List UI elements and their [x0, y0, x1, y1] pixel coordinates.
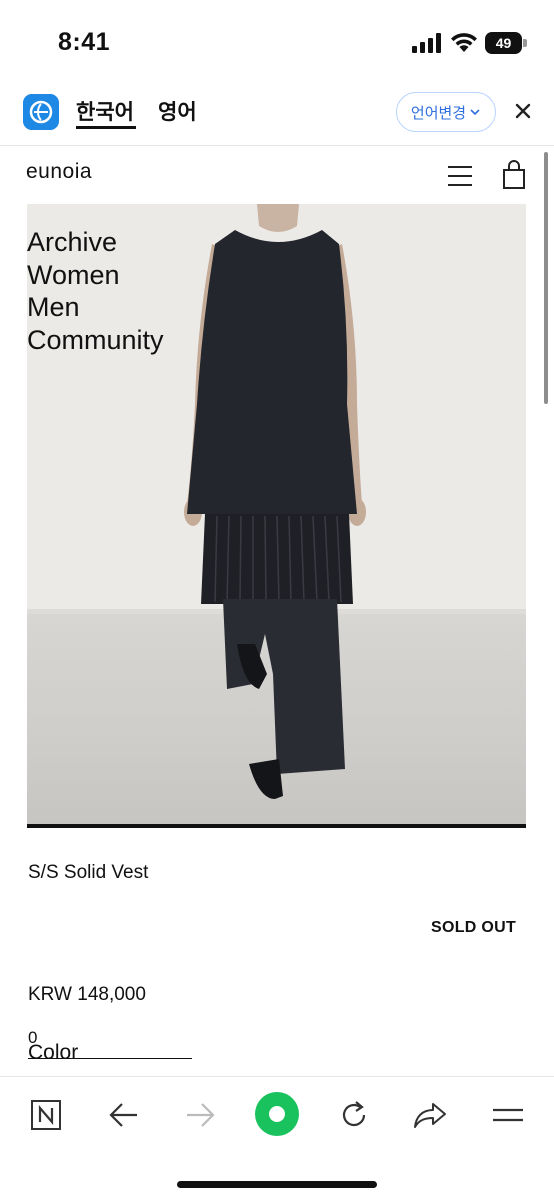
status-bar: 8:41 49	[0, 0, 554, 84]
cellular-signal-icon	[412, 33, 441, 53]
shopping-bag-icon[interactable]	[502, 160, 526, 190]
hero-image: Archive Women Men Community	[27, 204, 526, 824]
site-navigation: Archive Women Men Community	[27, 226, 164, 356]
chevron-down-icon	[470, 109, 480, 116]
wifi-icon	[451, 33, 477, 52]
arrow-left-icon	[109, 1103, 137, 1127]
site-logo[interactable]: eunoia	[26, 160, 92, 184]
reload-button[interactable]	[334, 1095, 374, 1135]
battery-level: 49	[485, 32, 522, 54]
status-time: 8:41	[58, 28, 111, 56]
section-divider	[27, 824, 526, 828]
translator-logo-icon	[23, 94, 59, 130]
share-button[interactable]	[410, 1095, 450, 1135]
forward-button[interactable]	[180, 1095, 220, 1135]
double-line-menu-icon	[493, 1108, 523, 1122]
product-price: KRW 148,000	[28, 984, 146, 1005]
translation-bar: 한국어 영어 언어변경	[0, 84, 554, 146]
naver-n-icon	[31, 1100, 61, 1130]
tab-korean[interactable]: 한국어	[76, 96, 134, 126]
green-dot-icon	[255, 1092, 299, 1136]
sold-out-badge: SOLD OUT	[431, 919, 517, 936]
scrollbar[interactable]	[544, 152, 548, 404]
color-option-underline	[28, 1058, 192, 1059]
site-header: eunoia	[0, 146, 554, 204]
change-language-label: 언어변경	[410, 104, 467, 122]
close-icon[interactable]	[512, 100, 534, 122]
color-option-label[interactable]: Color	[28, 1041, 78, 1065]
naver-home-button[interactable]	[26, 1095, 66, 1135]
battery-indicator: 49	[485, 32, 527, 54]
nav-community[interactable]: Community	[27, 324, 164, 357]
share-arrow-icon	[414, 1103, 446, 1128]
hamburger-menu-icon[interactable]	[447, 164, 473, 188]
product-name: S/S Solid Vest	[28, 862, 149, 883]
browser-toolbar	[0, 1076, 554, 1200]
tab-english[interactable]: 영어	[158, 96, 197, 126]
home-indicator	[177, 1181, 377, 1188]
active-tab-indicator	[76, 126, 136, 129]
nav-archive[interactable]: Archive	[27, 226, 164, 259]
nav-men[interactable]: Men	[27, 291, 164, 324]
menu-button[interactable]	[488, 1095, 528, 1135]
back-button[interactable]	[104, 1095, 144, 1135]
battery-cap	[523, 39, 527, 47]
green-dot-button[interactable]	[254, 1091, 300, 1137]
reload-icon	[342, 1101, 366, 1127]
change-language-button[interactable]: 언어변경	[396, 92, 496, 132]
nav-women[interactable]: Women	[27, 259, 164, 292]
arrow-right-icon	[187, 1103, 215, 1127]
